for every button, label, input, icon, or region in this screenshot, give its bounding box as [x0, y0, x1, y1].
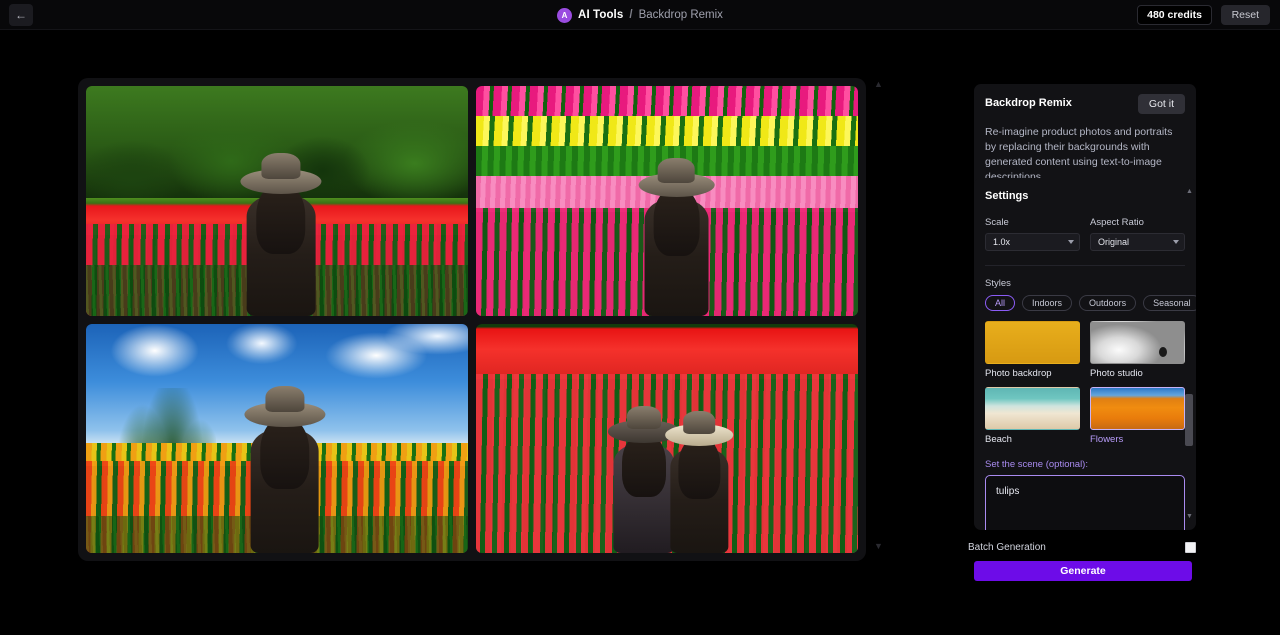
scrollbar-down-icon[interactable]: ▼	[1186, 513, 1193, 520]
subject-figure	[240, 153, 322, 316]
batch-generation-checkbox[interactable]	[1185, 542, 1196, 553]
subject-figure-right	[665, 411, 734, 553]
info-card-title: Backdrop Remix	[985, 97, 1072, 109]
style-thumb-beach[interactable]: Beach	[985, 387, 1080, 445]
style-thumb-image	[985, 387, 1080, 430]
top-bar: ← A AI Tools / Backdrop Remix 480 credit…	[0, 0, 1280, 30]
canvas-area: ▲ ▼	[0, 30, 980, 635]
scroll-down-hint[interactable]: ▼	[874, 542, 883, 551]
chip-all[interactable]: All	[985, 295, 1016, 311]
generated-image-4[interactable]	[476, 323, 858, 553]
settings-title: Settings	[985, 190, 1029, 202]
got-it-button[interactable]: Got it	[1137, 94, 1185, 114]
batch-generation-label: Batch Generation	[968, 542, 1046, 553]
settings-scrollbar[interactable]: ▲ ▼	[1185, 188, 1193, 520]
scene-prompt-input[interactable]	[985, 475, 1185, 530]
credits-badge: 480 credits	[1137, 5, 1212, 25]
breadcrumb-current: Backdrop Remix	[638, 9, 723, 21]
style-thumb-label: Photo studio	[1090, 368, 1143, 379]
subject-figure-left	[608, 406, 681, 553]
reset-button[interactable]: Reset	[1220, 5, 1270, 25]
scale-select[interactable]: 1.0x	[985, 233, 1080, 251]
scrollbar-up-icon[interactable]: ▲	[1186, 188, 1193, 195]
style-thumb-image	[985, 321, 1080, 364]
style-thumb-label: Flowers	[1090, 434, 1124, 445]
scrollbar-thumb[interactable]	[1185, 393, 1193, 446]
subject-figure	[244, 385, 326, 553]
style-thumb-flowers[interactable]: Flowers	[1090, 387, 1185, 445]
scale-value: 1.0x	[993, 237, 1011, 247]
breadcrumb-root[interactable]: AI Tools	[578, 9, 623, 21]
aspect-ratio-label: Aspect Ratio	[1090, 217, 1144, 228]
generated-image-3[interactable]	[86, 323, 468, 553]
generate-button[interactable]: Generate	[974, 561, 1192, 581]
generated-image-1[interactable]	[86, 86, 468, 316]
batch-generation-row: Batch Generation	[968, 542, 1196, 553]
breadcrumb: A AI Tools / Backdrop Remix	[0, 0, 1280, 30]
avatar: A	[557, 7, 573, 23]
scale-label: Scale	[985, 217, 1009, 228]
scroll-up-hint[interactable]: ▲	[874, 80, 883, 89]
style-thumb-label: Photo backdrop	[985, 368, 1052, 379]
style-thumb-photo-studio[interactable]: Photo studio	[1090, 321, 1185, 379]
chevron-down-icon	[1068, 240, 1074, 244]
settings-field-row: Scale 1.0x Aspect Ratio Original	[985, 217, 1185, 251]
chip-indoors[interactable]: Indoors	[1022, 295, 1073, 311]
aspect-ratio-field: Aspect Ratio Original	[1090, 217, 1185, 251]
style-thumbnail-grid: Photo backdrop Photo studio Beach Flower…	[985, 321, 1185, 445]
styles-label: Styles	[985, 278, 1011, 289]
style-filter-chips: All Indoors Outdoors Seasonal	[985, 295, 1196, 311]
info-card-description: Re-imagine product photos and portraits …	[985, 126, 1173, 183]
scene-prompt-label: Set the scene (optional):	[985, 459, 1088, 470]
settings-panel: Settings Scale 1.0x Aspect Ratio Origina…	[974, 178, 1196, 530]
style-thumb-image	[1090, 387, 1185, 430]
scale-field: Scale 1.0x	[985, 217, 1080, 251]
chip-outdoors[interactable]: Outdoors	[1079, 295, 1137, 311]
image-grid-frame	[78, 78, 866, 561]
aspect-ratio-value: Original	[1098, 237, 1130, 247]
style-thumb-photo-backdrop[interactable]: Photo backdrop	[985, 321, 1080, 379]
breadcrumb-separator: /	[629, 9, 633, 21]
style-thumb-label: Beach	[985, 434, 1012, 445]
generated-image-2[interactable]	[476, 86, 858, 316]
image-grid	[86, 86, 858, 553]
subject-figure	[638, 158, 715, 316]
style-thumb-image	[1090, 321, 1185, 364]
settings-sidebar: Backdrop Remix Got it Re-imagine product…	[968, 30, 1280, 635]
chevron-down-icon	[1173, 240, 1179, 244]
divider	[985, 265, 1185, 266]
aspect-ratio-select[interactable]: Original	[1090, 233, 1185, 251]
